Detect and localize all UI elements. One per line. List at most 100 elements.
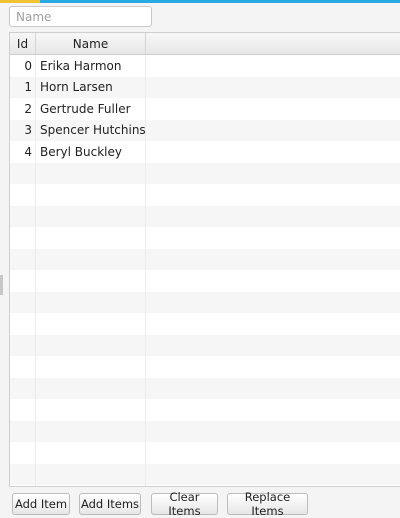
resize-handle[interactable] xyxy=(0,275,3,295)
empty-table-row xyxy=(10,356,400,378)
empty-table-row xyxy=(10,420,400,443)
table-row[interactable]: 4 Beryl Buckley xyxy=(10,141,400,163)
filler-cell xyxy=(146,270,400,292)
id-cell xyxy=(10,420,36,442)
name-filter-input[interactable] xyxy=(9,6,152,27)
id-cell xyxy=(10,463,36,485)
name-cell: Beryl Buckley xyxy=(36,141,146,163)
id-cell xyxy=(10,356,36,378)
name-cell xyxy=(36,184,146,206)
column-header-label: Id xyxy=(16,36,29,51)
filler-cell xyxy=(146,163,400,185)
id-cell xyxy=(10,184,36,206)
id-cell xyxy=(10,248,36,270)
name-cell xyxy=(36,162,146,184)
empty-table-row xyxy=(10,313,400,335)
id-cell: 4 xyxy=(10,141,36,163)
filler-cell xyxy=(146,335,400,357)
empty-table-row xyxy=(10,442,400,464)
empty-table-row xyxy=(10,184,400,206)
filler-cell xyxy=(146,249,400,271)
id-cell xyxy=(10,227,36,249)
name-cell xyxy=(36,463,146,485)
empty-table-row xyxy=(10,399,400,421)
id-cell xyxy=(10,399,36,421)
filler-cell xyxy=(146,98,400,120)
id-cell xyxy=(10,162,36,184)
empty-table-row xyxy=(10,485,400,486)
empty-table-row xyxy=(10,227,400,249)
add-item-button[interactable]: Add Item xyxy=(12,493,70,515)
id-cell xyxy=(10,270,36,292)
filler-cell xyxy=(146,356,400,378)
empty-table-row xyxy=(10,162,400,185)
table-header: Id Name xyxy=(10,33,400,55)
column-header-id[interactable]: Id xyxy=(10,33,36,54)
filler-cell xyxy=(146,184,400,206)
action-toolbar: Add Item Add Items Clear Items Replace I… xyxy=(0,490,400,518)
name-cell xyxy=(36,248,146,270)
top-accent-highlight xyxy=(0,0,40,3)
empty-table-row xyxy=(10,463,400,486)
filler-cell xyxy=(146,378,400,400)
filler-cell xyxy=(146,55,400,77)
replace-items-button[interactable]: Replace Items xyxy=(227,490,308,518)
column-header-name[interactable]: Name xyxy=(36,33,146,54)
id-cell xyxy=(10,313,36,335)
id-cell xyxy=(10,205,36,227)
add-items-button[interactable]: Add Items xyxy=(79,493,141,515)
filler-cell xyxy=(146,120,400,142)
column-header-filler xyxy=(146,33,400,54)
table-row[interactable]: 2 Gertrude Fuller xyxy=(10,98,400,120)
name-cell: Horn Larsen xyxy=(36,76,146,98)
filler-cell xyxy=(146,227,400,249)
filler-cell xyxy=(146,77,400,99)
name-cell xyxy=(36,313,146,335)
name-cell xyxy=(36,442,146,464)
id-cell xyxy=(10,334,36,356)
empty-table-row xyxy=(10,270,400,292)
filler-cell xyxy=(146,399,400,421)
name-cell xyxy=(36,334,146,356)
id-cell: 0 xyxy=(10,55,36,77)
filler-cell xyxy=(146,442,400,464)
name-cell xyxy=(36,377,146,399)
empty-table-row xyxy=(10,377,400,400)
filler-cell xyxy=(146,464,400,486)
name-cell xyxy=(36,291,146,313)
filler-cell xyxy=(146,206,400,228)
name-cell xyxy=(36,399,146,421)
id-cell xyxy=(10,291,36,313)
top-accent-bar xyxy=(0,0,400,3)
empty-table-row xyxy=(10,291,400,314)
name-cell xyxy=(36,205,146,227)
id-cell: 2 xyxy=(10,98,36,120)
id-cell: 3 xyxy=(10,119,36,141)
name-cell: Erika Harmon xyxy=(36,55,146,77)
filler-cell xyxy=(146,313,400,335)
name-cell xyxy=(36,420,146,442)
name-cell: Gertrude Fuller xyxy=(36,98,146,120)
name-cell xyxy=(36,227,146,249)
id-cell: 1 xyxy=(10,76,36,98)
filler-cell xyxy=(146,421,400,443)
column-header-label: Name xyxy=(72,36,109,51)
table-body: 0 Erika Harmon 1 Horn Larsen 2 Gertrude Fulle… xyxy=(10,55,400,486)
empty-table-row xyxy=(10,248,400,271)
filler-cell xyxy=(146,485,400,486)
name-cell xyxy=(36,356,146,378)
name-cell xyxy=(36,485,146,486)
id-cell xyxy=(10,377,36,399)
name-cell xyxy=(36,270,146,292)
name-cell: Spencer Hutchinson xyxy=(36,119,146,141)
clear-items-button[interactable]: Clear Items xyxy=(151,490,218,518)
items-table[interactable]: Id Name 0 Erika Harmon 1 Horn Larsen 2 Gertru… xyxy=(9,32,400,487)
table-row[interactable]: 3Spencer Hutchinson xyxy=(10,119,400,142)
empty-table-row xyxy=(10,205,400,228)
id-cell xyxy=(10,442,36,464)
table-row[interactable]: 0 Erika Harmon xyxy=(10,55,400,77)
id-cell xyxy=(10,485,36,486)
empty-table-row xyxy=(10,334,400,357)
table-row[interactable]: 1 Horn Larsen xyxy=(10,76,400,99)
filler-cell xyxy=(146,292,400,314)
